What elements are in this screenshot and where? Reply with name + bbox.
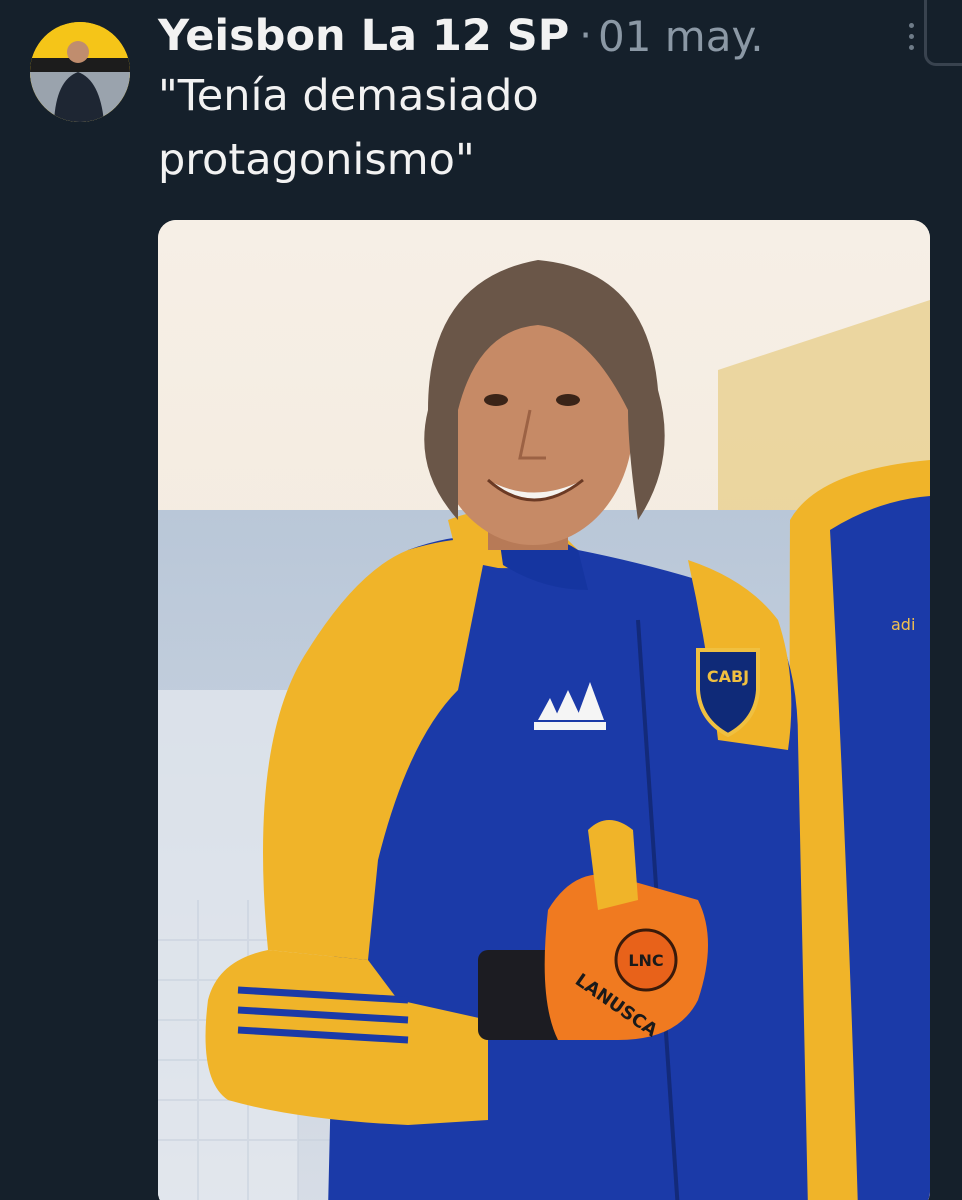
display-name[interactable]: Yeisbon La 12 SP	[158, 11, 569, 61]
corner-frame	[924, 0, 962, 66]
header-separator: ·	[579, 13, 592, 59]
goalkeeper-photo: adi CABJ LNC LANUSCA	[158, 220, 930, 1200]
avatar[interactable]	[30, 22, 130, 122]
glove-logo-text: LNC	[628, 951, 663, 970]
badge-text: CABJ	[707, 667, 749, 686]
more-vertical-icon	[908, 22, 914, 28]
timestamp[interactable]: 01 may.	[598, 12, 764, 61]
more-options-button[interactable]	[896, 14, 926, 58]
tweet-media-photo[interactable]: adi CABJ LNC LANUSCA	[158, 220, 930, 1200]
tweet-header: Yeisbon La 12 SP · 01 may.	[158, 6, 764, 66]
tweet-text: "Tenía demasiado protagonismo"	[158, 71, 539, 185]
avatar-photo	[30, 22, 130, 122]
second-player-logo: adi	[891, 615, 915, 634]
